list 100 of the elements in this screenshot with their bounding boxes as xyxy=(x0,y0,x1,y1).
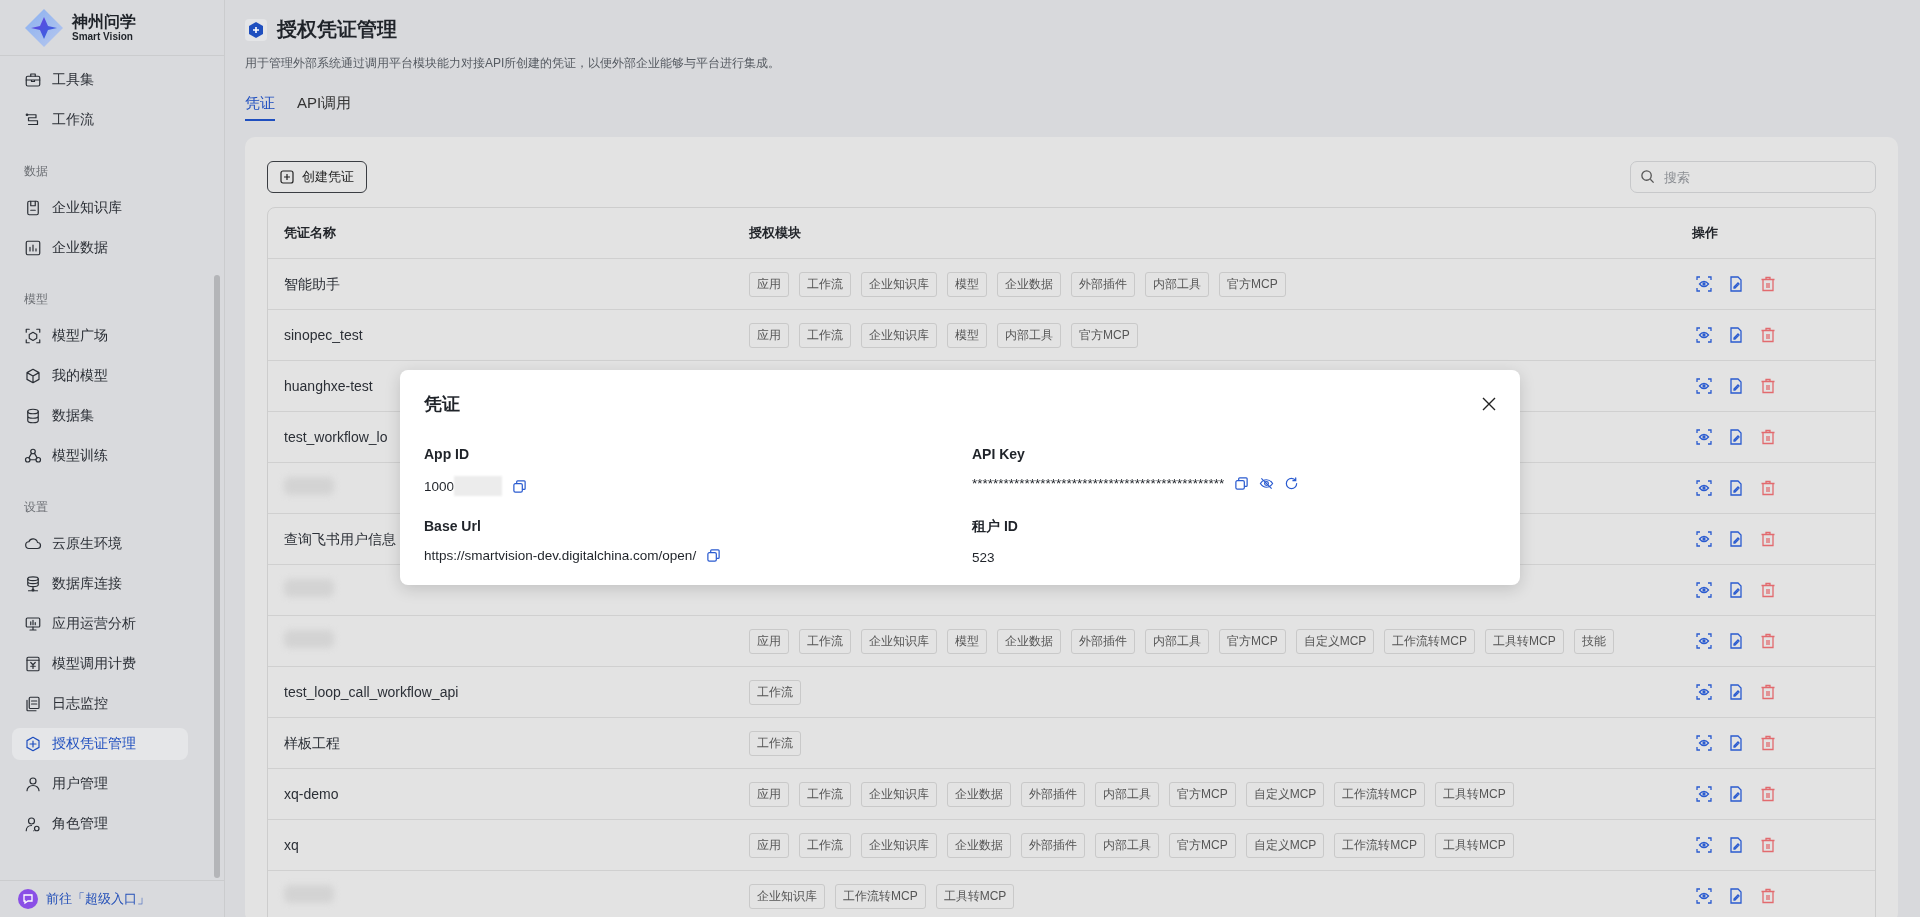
module-tag: 工作流 xyxy=(799,628,851,654)
copy-icon[interactable] xyxy=(512,478,528,494)
eye-slash-icon[interactable] xyxy=(1259,476,1275,491)
pencil-document-icon[interactable] xyxy=(1728,837,1744,853)
trash-icon[interactable] xyxy=(1760,531,1776,547)
eye-scan-icon[interactable] xyxy=(1696,531,1712,547)
eye-scan-icon[interactable] xyxy=(1696,888,1712,904)
trash-icon[interactable] xyxy=(1760,429,1776,445)
sidebar-item[interactable]: 模型训练 xyxy=(12,440,188,472)
trash-icon[interactable] xyxy=(1760,378,1776,394)
sidebar-item[interactable]: 角色管理 xyxy=(12,808,188,840)
trash-icon[interactable] xyxy=(1760,633,1776,649)
module-tag: 应用 xyxy=(749,832,789,858)
pencil-document-icon[interactable] xyxy=(1728,276,1744,292)
trash-icon[interactable] xyxy=(1760,888,1776,904)
eye-scan-icon[interactable] xyxy=(1696,633,1712,649)
trash-icon[interactable] xyxy=(1760,582,1776,598)
tab[interactable]: 凭证 xyxy=(245,88,275,121)
field-label: API Key xyxy=(972,446,1026,462)
trash-icon[interactable] xyxy=(1760,327,1776,343)
eye-scan-icon[interactable] xyxy=(1696,786,1712,802)
eye-scan-icon[interactable] xyxy=(1696,480,1712,496)
trash-icon[interactable] xyxy=(1760,786,1776,802)
pencil-document-icon[interactable] xyxy=(1728,633,1744,649)
sidebar-item[interactable]: 应用运营分析 xyxy=(12,608,188,640)
module-tag: 官方MCP xyxy=(1219,628,1286,654)
module-tag: 工作流转MCP xyxy=(1334,832,1425,858)
module-tag: 工作流 xyxy=(799,322,851,348)
page-description: 用于管理外部系统通过调用平台模块能力对接API所创建的凭证，以便外部企业能够与平台进行集成。 xyxy=(245,55,782,72)
plus-hexagon-icon xyxy=(24,735,42,753)
field-value: 1000 xyxy=(424,478,455,494)
search-icon xyxy=(1640,169,1655,184)
eye-scan-icon[interactable] xyxy=(1696,837,1712,853)
eye-scan-icon[interactable] xyxy=(1696,378,1712,394)
sidebar-item[interactable]: 工作流 xyxy=(12,104,188,136)
trash-icon[interactable] xyxy=(1760,837,1776,853)
eye-scan-icon[interactable] xyxy=(1696,582,1712,598)
eye-scan-icon[interactable] xyxy=(1696,684,1712,700)
field-value: 523 xyxy=(972,550,995,565)
dialog-title: 凭证 xyxy=(424,393,460,416)
sidebar-item[interactable]: 企业知识库 xyxy=(12,192,188,224)
sidebar-item[interactable]: 模型广场 xyxy=(12,320,188,352)
sidebar-item[interactable]: 日志监控 xyxy=(12,688,188,720)
pencil-document-icon[interactable] xyxy=(1728,786,1744,802)
section-heading: 模型 xyxy=(23,291,49,308)
eye-scan-icon[interactable] xyxy=(1696,327,1712,343)
pencil-document-icon[interactable] xyxy=(1728,480,1744,496)
pencil-document-icon[interactable] xyxy=(1728,888,1744,904)
search-field[interactable]: 搜索 xyxy=(1630,161,1876,193)
copy-icon[interactable] xyxy=(706,548,722,563)
sidebar-item[interactable]: 云原生环境 xyxy=(12,528,188,560)
table-cell-text: huanghxe-test xyxy=(283,378,373,394)
create-button[interactable]: 创建凭证 xyxy=(267,161,367,193)
sidebar-item[interactable]: 授权凭证管理 xyxy=(12,728,188,760)
trash-icon[interactable] xyxy=(1760,735,1776,751)
plus-square-icon xyxy=(280,170,294,184)
module-tag: 官方MCP xyxy=(1169,781,1236,807)
sidebar-item[interactable]: 数据库连接 xyxy=(12,568,188,600)
super-entry-link[interactable]: 前往「超级入口」 xyxy=(18,889,150,909)
module-tag: 企业知识库 xyxy=(749,883,825,909)
pencil-document-icon[interactable] xyxy=(1728,582,1744,598)
module-tag: 官方MCP xyxy=(1169,832,1236,858)
module-tag: 工作流转MCP xyxy=(1384,628,1475,654)
trash-icon[interactable] xyxy=(1760,276,1776,292)
field-label: App ID xyxy=(424,446,471,462)
module-tag: 应用 xyxy=(749,628,789,654)
table-cell-text: xq-demo xyxy=(283,786,339,802)
pencil-document-icon[interactable] xyxy=(1728,735,1744,751)
eye-scan-icon[interactable] xyxy=(1696,735,1712,751)
module-tag: 工具转MCP xyxy=(935,883,1015,909)
module-tag: 外部插件 xyxy=(1021,832,1085,858)
eye-scan-icon[interactable] xyxy=(1696,276,1712,292)
sidebar-item[interactable]: 数据集 xyxy=(12,400,188,432)
pencil-document-icon[interactable] xyxy=(1728,684,1744,700)
cube-icon xyxy=(24,367,42,385)
trash-icon[interactable] xyxy=(1760,480,1776,496)
module-tag: 企业数据 xyxy=(947,832,1011,858)
sidebar-item[interactable]: 工具集 xyxy=(12,64,188,96)
refresh-icon[interactable] xyxy=(1284,476,1300,491)
scrollbar[interactable] xyxy=(214,275,220,878)
pencil-document-icon[interactable] xyxy=(1728,378,1744,394)
sidebar-item[interactable]: 我的模型 xyxy=(12,360,188,392)
eye-scan-icon[interactable] xyxy=(1696,429,1712,445)
pencil-document-icon[interactable] xyxy=(1728,531,1744,547)
sidebar-item[interactable]: 企业数据 xyxy=(12,232,188,264)
module-tag: 企业知识库 xyxy=(861,781,937,807)
sidebar-item[interactable]: 用户管理 xyxy=(12,768,188,800)
tab[interactable]: API调用 xyxy=(297,88,352,121)
sidebar-item[interactable]: 模型调用计费 xyxy=(12,648,188,680)
module-tag: 模型 xyxy=(947,628,987,654)
module-tag: 企业数据 xyxy=(997,271,1061,297)
module-tag: 内部工具 xyxy=(1145,271,1209,297)
pencil-document-icon[interactable] xyxy=(1728,327,1744,343)
close-icon[interactable] xyxy=(1482,397,1496,411)
copy-icon[interactable] xyxy=(1234,476,1250,491)
module-tag: 工作流 xyxy=(799,832,851,858)
table-cell-text: sinopec_test xyxy=(283,327,363,343)
trash-icon[interactable] xyxy=(1760,684,1776,700)
module-tag: 企业知识库 xyxy=(861,271,937,297)
pencil-document-icon[interactable] xyxy=(1728,429,1744,445)
